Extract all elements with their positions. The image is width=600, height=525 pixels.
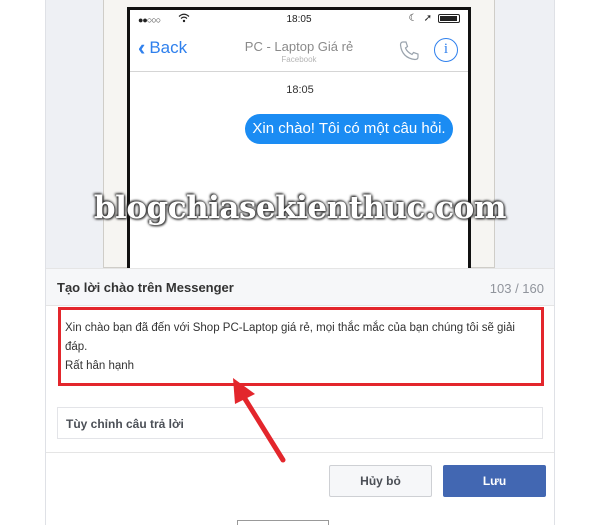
- save-button[interactable]: Lưu: [443, 465, 546, 497]
- status-right: ☾ ➚: [409, 13, 460, 24]
- red-arrow-annotation: [233, 378, 286, 463]
- greeting-textarea[interactable]: Xin chào bạn đã đến với Shop PC-Laptop g…: [65, 319, 535, 376]
- chat-timestamp: 18:05: [286, 84, 314, 96]
- greeting-settings-panel: Tạo lời chào trên Messenger 103 / 160 Xi…: [45, 268, 555, 525]
- cancel-button[interactable]: Hủy bỏ: [329, 465, 432, 497]
- bottom-element-stub: [237, 520, 329, 525]
- character-counter: 103 / 160: [489, 281, 544, 296]
- info-icon[interactable]: i: [434, 38, 458, 62]
- greeting-line-1: Xin chào bạn đã đến với Shop PC-Laptop g…: [65, 322, 515, 334]
- nav-bar: ‹ Back PC - Laptop Giá rẻ Facebook i: [130, 30, 468, 72]
- status-bar: ●●○○○ 18:05 ☾ ➚: [130, 10, 468, 30]
- moon-icon: ☾: [408, 13, 418, 24]
- message-bubble: Xin chào! Tôi có một câu hỏi.: [245, 114, 453, 144]
- battery-icon: [438, 14, 460, 23]
- phone-call-icon[interactable]: [398, 40, 420, 62]
- watermark-text: blogchiasekienthuc.com: [93, 190, 507, 226]
- panel-header: Tạo lời chào trên Messenger 103 / 160: [46, 268, 554, 306]
- panel-footer: Hủy bỏ Lưu: [46, 452, 554, 525]
- greeting-line-3: Rất hân hạnh: [65, 360, 135, 372]
- customize-replies-link[interactable]: Tùy chỉnh câu trả lời: [66, 417, 184, 431]
- greeting-line-2: đáp.: [65, 341, 88, 353]
- customize-row: Tùy chỉnh câu trả lời: [57, 407, 543, 439]
- panel-title: Tạo lời chào trên Messenger: [57, 280, 234, 295]
- screenshot-stage: ●●○○○ 18:05 ☾ ➚ ‹ Back PC - Laptop Giá r…: [0, 0, 600, 525]
- location-icon: ➚: [423, 13, 432, 24]
